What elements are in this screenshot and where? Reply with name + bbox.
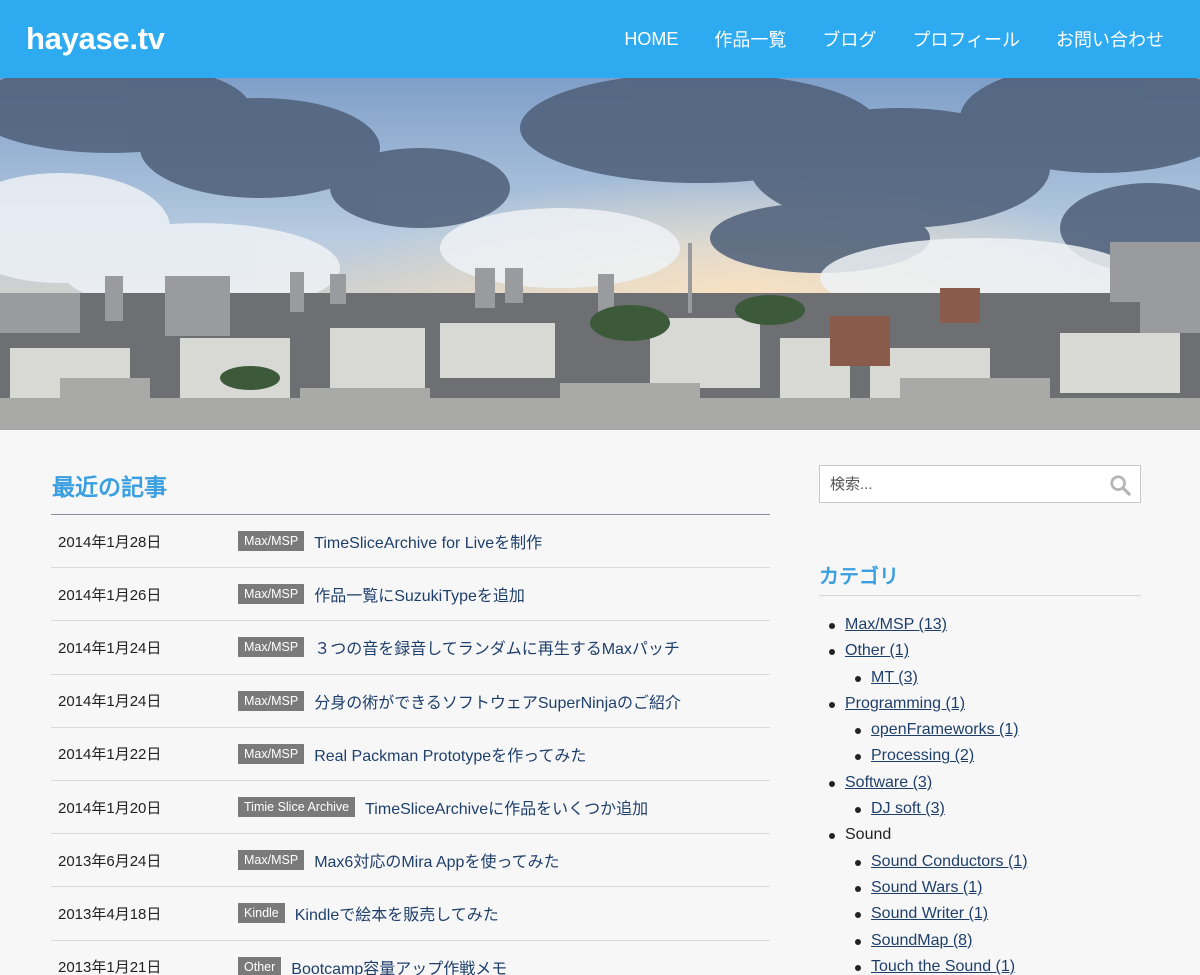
subcategory-item: Sound Wars (1) <box>819 875 1141 901</box>
category-item: Max/MSP (13) <box>819 612 1141 638</box>
post-row: 2014年1月20日 Timie Slice Archive TimeSlice… <box>51 781 770 835</box>
subcategory-item: Processing (2) <box>819 743 1141 769</box>
category-label: Sound <box>845 826 892 844</box>
hero-cityscape-image <box>0 78 1200 430</box>
post-category-tag[interactable]: Timie Slice Archive <box>238 797 356 818</box>
post-category-tag[interactable]: Other <box>238 956 282 975</box>
post-date: 2014年1月26日 <box>58 586 162 604</box>
categories-title: カテゴリ <box>819 560 1141 596</box>
post-title-link[interactable]: TimeSliceArchiveに作品をいくつか追加 <box>365 795 648 819</box>
post-title-link[interactable]: Kindleで絵本を販売してみた <box>295 901 499 925</box>
post-row: 2013年1月21日 Other Bootcamp容量アップ作戦メモ <box>51 941 770 975</box>
search-icon[interactable] <box>1109 474 1131 496</box>
subcategory-item: MT (3) <box>819 665 1141 691</box>
nav-item-home[interactable]: HOME <box>624 29 678 50</box>
site-header: hayase.tv HOME 作品一覧 ブログ プロフィール お問い合わせ <box>0 0 1200 78</box>
post-row: 2014年1月24日 Max/MSP ３つの音を録音してランダムに再生するMax… <box>51 621 770 675</box>
subcategory-item: SoundMap (8) <box>819 928 1141 954</box>
subcategory-item: Touch the Sound (1) <box>819 954 1141 975</box>
subcategory-item: Sound Writer (1) <box>819 901 1141 927</box>
post-category-tag[interactable]: Max/MSP <box>238 743 305 764</box>
category-link[interactable]: MT (3) <box>871 669 918 686</box>
post-row: 2014年1月22日 Max/MSP Real Packman Prototyp… <box>51 728 770 781</box>
category-link[interactable]: Sound Conductors (1) <box>871 853 1028 870</box>
category-item: Programming (1) <box>819 691 1141 717</box>
post-date: 2013年6月24日 <box>58 852 162 870</box>
post-date: 2014年1月24日 <box>58 693 162 711</box>
post-row: 2014年1月24日 Max/MSP 分身の術ができるソフトウェアSuperNi… <box>51 675 770 728</box>
sidebar: カテゴリ Max/MSP (13) Other (1) MT (3) Progr… <box>819 465 1141 975</box>
category-link[interactable]: SoundMap (8) <box>871 932 972 949</box>
category-item: Sound <box>819 822 1141 848</box>
nav-item-contact[interactable]: お問い合わせ <box>1056 26 1164 52</box>
search-box <box>819 465 1141 503</box>
search-input[interactable] <box>820 466 1140 502</box>
category-link[interactable]: Other (1) <box>845 642 909 659</box>
post-category-tag[interactable]: Max/MSP <box>238 690 305 711</box>
post-row: 2013年6月24日 Max/MSP Max6対応のMira Appを使ってみた <box>51 834 770 888</box>
post-date: 2013年1月21日 <box>58 959 162 975</box>
post-category-tag[interactable]: Kindle <box>238 903 285 924</box>
category-link[interactable]: openFrameworks (1) <box>871 721 1019 738</box>
category-link[interactable]: Processing (2) <box>871 747 974 764</box>
post-date: 2013年4月18日 <box>58 905 162 923</box>
nav-item-blog[interactable]: ブログ <box>822 26 876 52</box>
post-title-link[interactable]: Bootcamp容量アップ作戦メモ <box>291 955 507 975</box>
section-title: 最近の記事 <box>51 468 770 515</box>
post-title-link[interactable]: 作品一覧にSuzukiTypeを追加 <box>314 582 525 606</box>
post-title-link[interactable]: 分身の術ができるソフトウェアSuperNinjaのご紹介 <box>314 689 681 713</box>
post-title-link[interactable]: Real Packman Prototypeを作ってみた <box>314 742 586 766</box>
main-nav: HOME 作品一覧 ブログ プロフィール お問い合わせ <box>624 26 1164 52</box>
nav-item-works[interactable]: 作品一覧 <box>714 26 786 52</box>
category-link[interactable]: Programming (1) <box>845 695 965 712</box>
category-link[interactable]: Touch the Sound (1) <box>871 958 1015 975</box>
post-date: 2014年1月22日 <box>58 746 162 764</box>
nav-item-profile[interactable]: プロフィール <box>912 26 1020 52</box>
category-link[interactable]: Software (3) <box>845 774 932 791</box>
category-link[interactable]: Sound Wars (1) <box>871 879 982 896</box>
subcategory-item: Sound Conductors (1) <box>819 849 1141 875</box>
category-link[interactable]: Max/MSP (13) <box>845 616 947 633</box>
post-category-tag[interactable]: Max/MSP <box>238 584 305 605</box>
category-link[interactable]: DJ soft (3) <box>871 800 945 817</box>
post-row: 2013年4月18日 Kindle Kindleで絵本を販売してみた <box>51 887 770 941</box>
subcategory-item: openFrameworks (1) <box>819 717 1141 743</box>
site-logo[interactable]: hayase.tv <box>26 21 165 57</box>
post-category-tag[interactable]: Max/MSP <box>238 637 305 658</box>
post-list: 2014年1月28日 Max/MSP TimeSliceArchive for … <box>51 515 770 975</box>
post-date: 2014年1月24日 <box>58 639 162 657</box>
recent-posts-section: 最近の記事 2014年1月28日 Max/MSP TimeSliceArchiv… <box>51 468 770 975</box>
post-date: 2014年1月20日 <box>58 799 162 817</box>
category-list: Max/MSP (13) Other (1) MT (3) Programmin… <box>819 612 1141 975</box>
post-date: 2014年1月28日 <box>58 533 162 551</box>
post-row: 2014年1月26日 Max/MSP 作品一覧にSuzukiTypeを追加 <box>51 568 770 622</box>
post-title-link[interactable]: TimeSliceArchive for Liveを制作 <box>314 529 542 553</box>
post-title-link[interactable]: Max6対応のMira Appを使ってみた <box>314 848 559 872</box>
post-row: 2014年1月28日 Max/MSP TimeSliceArchive for … <box>51 515 770 569</box>
post-category-tag[interactable]: Max/MSP <box>238 850 305 871</box>
category-link[interactable]: Sound Writer (1) <box>871 905 988 922</box>
post-category-tag[interactable]: Max/MSP <box>238 531 305 552</box>
category-item: Other (1) <box>819 638 1141 664</box>
subcategory-item: DJ soft (3) <box>819 796 1141 822</box>
post-title-link[interactable]: ３つの音を録音してランダムに再生するMaxパッチ <box>314 635 680 659</box>
category-item: Software (3) <box>819 770 1141 796</box>
